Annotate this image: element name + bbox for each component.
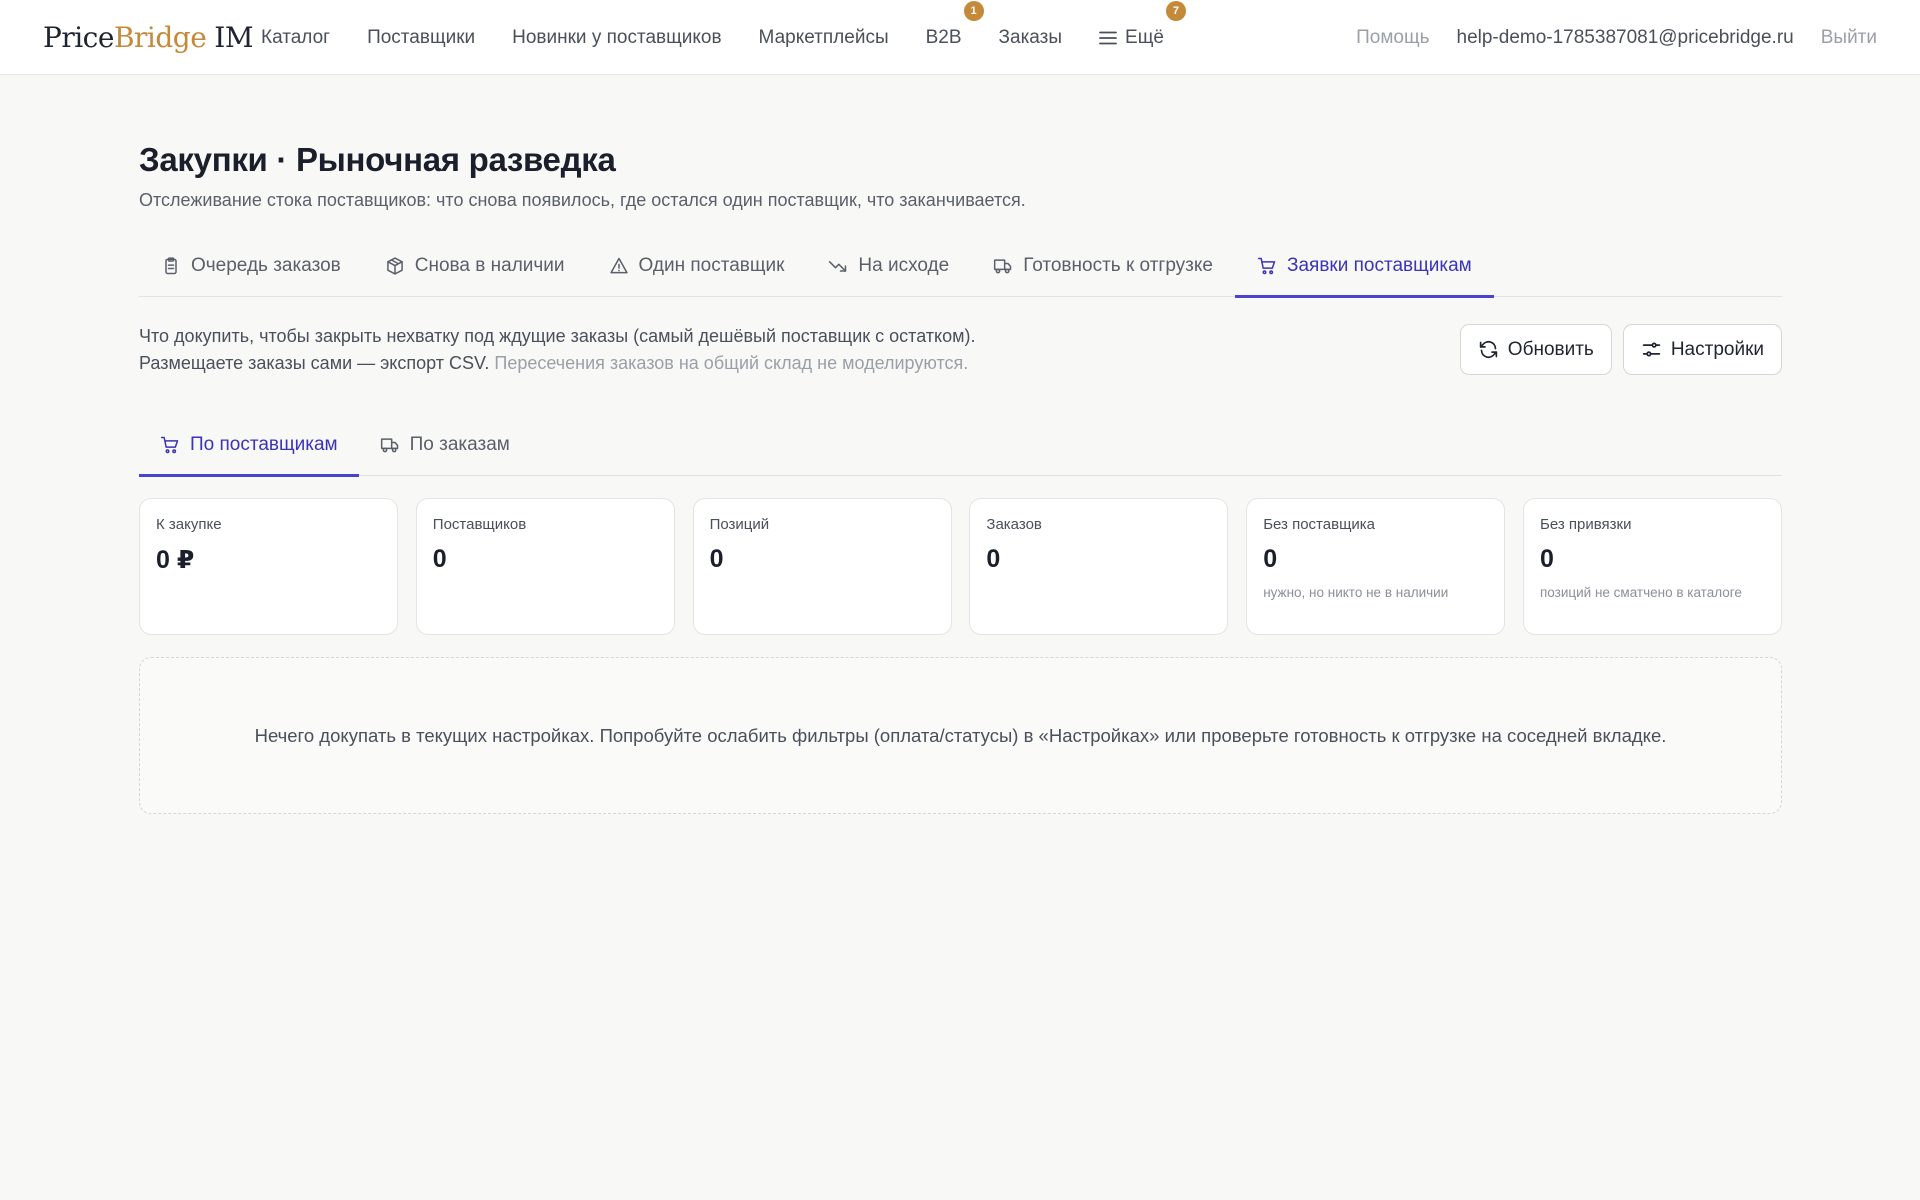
stat-card-orders: Заказов 0 <box>969 498 1229 635</box>
b2b-count-badge: 1 <box>963 0 984 21</box>
sliders-icon <box>1642 342 1661 357</box>
nav-item-suppliers[interactable]: Поставщики <box>367 27 475 49</box>
stat-value: 0 <box>1263 545 1278 573</box>
subtab-label: По поставщикам <box>190 433 338 455</box>
tab-label: Очередь заказов <box>191 255 341 276</box>
subtab-by-order[interactable]: По заказам <box>359 413 531 476</box>
nav-label: Поставщики <box>367 26 476 48</box>
empty-state: Нечего докупать в текущих настройках. По… <box>139 657 1782 814</box>
user-email: help-demo-1785387081@pricebridge.ru <box>1456 26 1794 48</box>
tab-label: Снова в наличии <box>414 255 565 276</box>
empty-state-message: Нечего докупать в текущих настройках. По… <box>254 724 1667 746</box>
view-subtabs: По поставщикам По заказам <box>139 413 1782 477</box>
help-link[interactable]: Помощь <box>1356 27 1429 49</box>
tab-order-queue[interactable]: Очередь заказов <box>139 235 363 297</box>
top-bar: PriceBridge IM Каталог Поставщики Новинки… <box>0 0 1920 75</box>
page-title: Закупки · Рыночная разведка <box>139 141 616 178</box>
stat-card-positions: Позиций 0 <box>692 498 952 635</box>
warning-icon <box>609 257 628 274</box>
stat-value: 0 ₽ <box>156 546 195 574</box>
tab-shipping-readiness[interactable]: Готовность к отгрузке <box>971 235 1235 297</box>
stat-value: 0 <box>986 545 1001 573</box>
tab-back-in-stock[interactable]: Снова в наличии <box>363 235 587 297</box>
brand-part-3: IM <box>214 21 254 54</box>
subtab-label: По заказам <box>409 433 510 455</box>
stat-value: 0 <box>1539 545 1554 573</box>
main-nav: Каталог Поставщики Новинки у поставщиков… <box>261 0 1201 75</box>
stat-label: Позиций <box>709 516 770 533</box>
stat-label: Заказов <box>986 516 1042 533</box>
logout-link[interactable]: Выйти <box>1821 27 1877 49</box>
user-nav: Помощь help-demo-1785387081@pricebridge.… <box>1356 0 1877 75</box>
tab-label: Готовность к отгрузке <box>1023 255 1213 276</box>
section-tabs: Очередь заказов Снова в наличии Один пос… <box>139 235 1782 298</box>
clipboard-icon <box>165 257 177 275</box>
nav-item-b2b[interactable]: B2B 1 <box>925 0 984 49</box>
cart-icon <box>160 436 179 453</box>
stat-note: нужно, но никто не в наличии <box>1263 585 1449 600</box>
nav-label: Маркетплейсы <box>758 26 889 48</box>
truck-icon <box>380 437 398 452</box>
nav-item-supplier-news[interactable]: Новинки у поставщиков <box>512 27 721 49</box>
brand-part-1: Price <box>43 21 114 54</box>
tab-supplier-requests[interactable]: Заявки поставщикам <box>1235 235 1494 298</box>
nav-label: B2B <box>925 26 962 48</box>
nav-label: Ещё <box>1125 26 1164 48</box>
refresh-button[interactable]: Обновить <box>1459 324 1612 375</box>
brand-part-2: Bridge <box>113 21 207 54</box>
subtab-by-supplier[interactable]: По поставщикам <box>139 413 359 477</box>
truck-icon <box>994 259 1012 274</box>
nav-item-more[interactable]: Ещё 7 <box>1099 0 1186 49</box>
intro-text: Что докупить, чтобы закрыть нехватку под… <box>139 323 1019 377</box>
tab-running-low[interactable]: На исходе <box>806 235 971 297</box>
package-icon <box>386 257 403 275</box>
more-count-badge: 7 <box>1165 0 1186 21</box>
refresh-label: Обновить <box>1507 338 1594 360</box>
page-subtitle: Отслеживание стока поставщиков: что снов… <box>139 190 1026 210</box>
stat-card-no-supplier: Без поставщика 0 нужно, но никто не в на… <box>1246 498 1506 635</box>
tab-label: На исходе <box>858 255 950 276</box>
nav-label: Новинки у поставщиков <box>512 26 722 48</box>
nav-item-orders[interactable]: Заказы <box>999 27 1063 49</box>
stat-label: Без поставщика <box>1263 516 1376 533</box>
nav-item-marketplaces[interactable]: Маркетплейсы <box>759 27 889 49</box>
refresh-icon <box>1479 340 1498 359</box>
stat-card-suppliers: Поставщиков 0 <box>415 498 675 635</box>
action-buttons: Обновить Настройки <box>1449 324 1782 375</box>
tab-label: Заявки поставщикам <box>1287 255 1472 276</box>
nav-label: Заказы <box>998 26 1063 48</box>
stat-label: Поставщиков <box>432 516 527 533</box>
stats-cards: К закупке 0 ₽ Поставщиков 0 Позиций 0 За… <box>139 498 1782 635</box>
brand-logo[interactable]: PriceBridge IM <box>43 18 254 58</box>
cart-icon <box>1257 257 1276 275</box>
stat-card-to-purchase: К закупке 0 ₽ <box>139 498 398 635</box>
nav-item-catalog[interactable]: Каталог <box>261 27 330 49</box>
nav-label: Каталог <box>261 26 331 48</box>
settings-button[interactable]: Настройки <box>1622 324 1782 375</box>
stat-value: 0 <box>432 545 447 573</box>
menu-icon <box>1099 31 1117 44</box>
intro-muted-note: Пересечения заказов на общий склад не мо… <box>494 353 969 373</box>
stat-card-unmatched: Без привязки 0 позиций не сматчено в кат… <box>1522 498 1782 635</box>
tab-label: Один поставщик <box>638 255 785 276</box>
settings-label: Настройки <box>1670 338 1764 360</box>
trending-down-icon <box>829 261 847 272</box>
stat-label: Без привязки <box>1539 516 1632 533</box>
stat-label: К закупке <box>156 516 222 533</box>
tab-single-supplier[interactable]: Один поставщик <box>587 235 807 297</box>
stat-note: позиций не сматчено в каталоге <box>1539 585 1742 600</box>
stat-value: 0 <box>709 545 724 573</box>
